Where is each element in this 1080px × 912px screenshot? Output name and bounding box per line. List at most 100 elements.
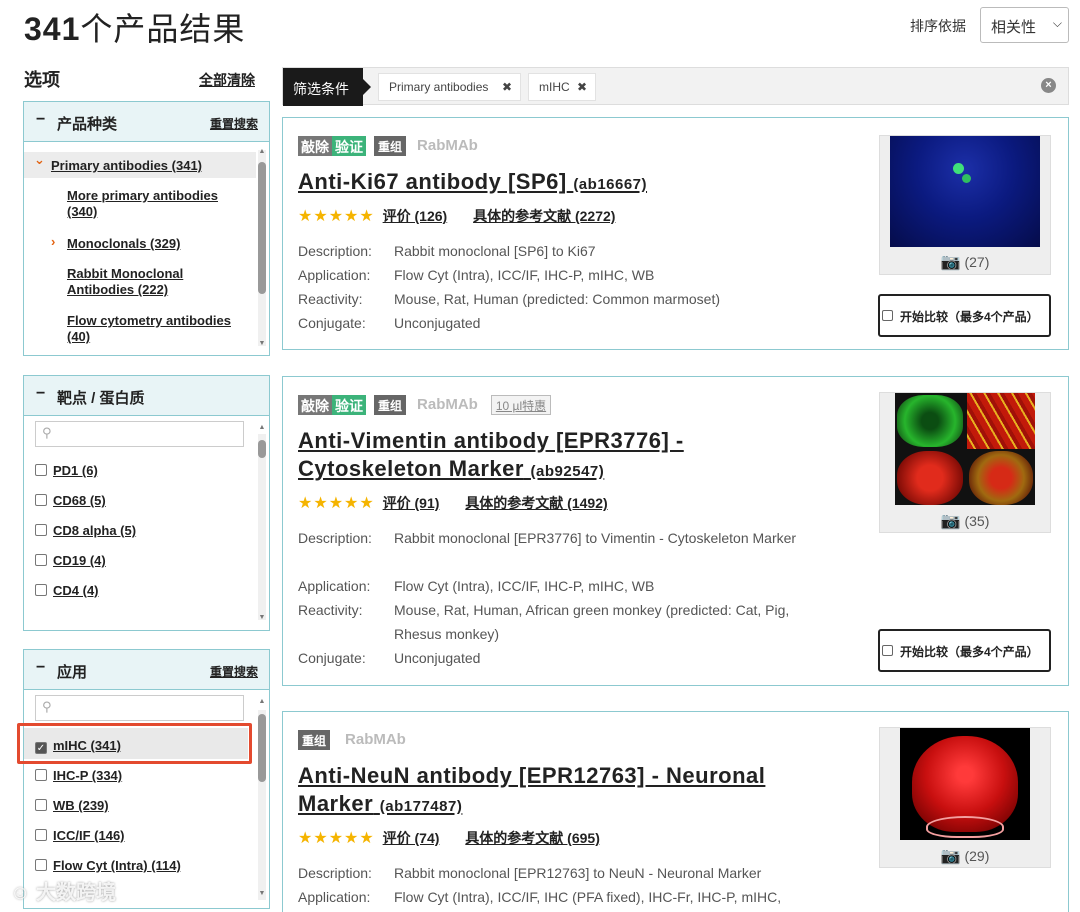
cell-spot xyxy=(962,174,971,183)
scroll-thumb[interactable] xyxy=(258,162,266,294)
reviews-link[interactable]: 评价 (126) xyxy=(383,208,448,224)
scroll-thumb[interactable] xyxy=(258,440,266,458)
prop-row: Description: Rabbit monoclonal [SP6] to K… xyxy=(298,243,596,259)
product-image[interactable] xyxy=(890,136,1040,247)
checkbox[interactable] xyxy=(35,464,47,476)
tissue-panel xyxy=(897,395,963,447)
checkbox-item[interactable]: CD68 (5) xyxy=(35,493,106,508)
facet-header[interactable]: − 产品种类 重置搜索 xyxy=(24,102,269,142)
collapse-icon[interactable]: − xyxy=(36,111,45,129)
checkbox-item[interactable]: CD19 (4) xyxy=(35,553,106,568)
checkbox[interactable] xyxy=(882,310,893,321)
image-count[interactable]: 📷 (27) xyxy=(880,252,1050,272)
options-title: 选项 xyxy=(24,70,60,90)
application-search-input[interactable]: ⚲ xyxy=(35,695,244,721)
target-search-input[interactable]: ⚲ xyxy=(35,421,244,447)
clear-filters-icon[interactable]: × xyxy=(1041,78,1056,93)
sort-select[interactable]: 相关性 ⌵ xyxy=(980,7,1069,43)
product-image-gallery[interactable]: 📷 (35) xyxy=(879,392,1051,533)
checkbox[interactable] xyxy=(35,584,47,596)
scroll-up-icon[interactable]: ▲ xyxy=(258,148,266,155)
facet-body: ⚲ PD1 (6) CD68 (5) CD8 alpha (5) CD19 (4… xyxy=(24,416,269,630)
reviews-link[interactable]: 评价 (91) xyxy=(383,495,440,511)
checkbox-item[interactable]: CD4 (4) xyxy=(35,583,99,598)
references-link[interactable]: 具体的参考文献 (695) xyxy=(465,830,600,846)
validated-badge: 验证 xyxy=(332,395,366,415)
chevron-down-icon[interactable]: ⌄ xyxy=(34,152,45,168)
star-rating: ★★★★★ xyxy=(298,208,375,225)
scrollbar[interactable] xyxy=(258,150,266,346)
scrollbar[interactable] xyxy=(258,710,266,900)
reset-search-link[interactable]: 重置搜索 xyxy=(210,115,258,132)
tree-item-primary-antibodies[interactable]: Primary antibodies (341) xyxy=(51,158,202,174)
search-icon: ⚲ xyxy=(42,425,52,440)
reviews-link[interactable]: 评价 (74) xyxy=(383,830,440,846)
checkbox-item[interactable]: ICC/IF (146) xyxy=(35,828,125,843)
product-image[interactable] xyxy=(895,393,1035,505)
chevron-right-icon[interactable]: › xyxy=(51,234,55,249)
product-title-link[interactable]: Anti-Ki67 antibody [SP6] (ab16667) xyxy=(298,168,647,199)
filter-chip[interactable]: mIHC ✖ xyxy=(528,73,596,101)
checkbox[interactable] xyxy=(35,859,47,871)
product-image-gallery[interactable]: 📷 (29) xyxy=(879,727,1051,868)
checkbox[interactable] xyxy=(35,799,47,811)
checkbox[interactable] xyxy=(35,769,47,781)
tree-item-rabbit-monoclonal[interactable]: Rabbit Monoclonal Antibodies (222) xyxy=(67,266,227,298)
tree-item-more-primary[interactable]: More primary antibodies (340) xyxy=(67,188,242,220)
sort-label: 排序依据 xyxy=(910,18,966,34)
compare-checkbox[interactable]: 开始比较（最多4个产品） xyxy=(878,629,1051,672)
checkbox[interactable] xyxy=(35,494,47,506)
scroll-down-icon[interactable]: ▼ xyxy=(258,890,266,897)
checkbox[interactable] xyxy=(35,554,47,566)
clear-all-link[interactable]: 全部清除 xyxy=(199,70,255,90)
scroll-up-icon[interactable]: ▲ xyxy=(258,424,266,431)
image-count[interactable]: 📷 (29) xyxy=(880,846,1050,866)
checkbox[interactable] xyxy=(35,524,47,536)
checkbox-item[interactable]: CD8 alpha (5) xyxy=(35,523,136,538)
tissue-panel xyxy=(969,451,1033,505)
close-icon[interactable]: ✖ xyxy=(502,80,512,94)
checkbox-item[interactable]: IHC-P (334) xyxy=(35,768,122,783)
scroll-up-icon[interactable]: ▲ xyxy=(258,698,266,705)
knockout-badge: 敲除 xyxy=(298,395,332,415)
facet-header[interactable]: − 应用 重置搜索 xyxy=(24,650,269,690)
prop-row: Reactivity: Mouse, Rat, Human (predicted:… xyxy=(298,291,720,307)
rabmab-logo: RabMAb xyxy=(417,396,478,413)
product-image-gallery[interactable]: 📷 (27) xyxy=(879,135,1051,275)
rabmab-logo: RabMAb xyxy=(345,731,406,748)
checkbox-item[interactable]: PD1 (6) xyxy=(35,463,98,478)
prop-row: Application: Flow Cyt (Intra), ICC/IF, IH… xyxy=(298,889,782,905)
checkbox[interactable] xyxy=(35,829,47,841)
filter-chip[interactable]: Primary antibodies ✖ xyxy=(378,73,521,101)
active-filter-bar: 筛选条件 Primary antibodies ✖ mIHC ✖ × xyxy=(282,67,1069,106)
image-count[interactable]: 📷 (35) xyxy=(880,511,1050,531)
product-image[interactable] xyxy=(900,728,1030,840)
scrollbar[interactable] xyxy=(258,434,266,620)
compare-checkbox[interactable]: 开始比较（最多4个产品） xyxy=(878,294,1051,337)
recombinant-badge: 重组 xyxy=(374,395,407,415)
page-title: 341个产品结果 xyxy=(24,4,245,50)
prop-row: Application: Flow Cyt (Intra), ICC/IF, IH… xyxy=(298,267,655,283)
facet-header[interactable]: − 靶点 / 蛋白质 xyxy=(24,376,269,416)
trial-size-badge[interactable]: 10 µl特惠 xyxy=(490,395,552,415)
tree-item-flow-cytometry[interactable]: Flow cytometry antibodies (40) xyxy=(67,313,257,345)
cell-spot xyxy=(953,163,964,174)
checkbox-item[interactable]: WB (239) xyxy=(35,798,109,813)
product-title-link[interactable]: Anti-NeuN antibody [EPR12763] - Neuronal… xyxy=(298,762,765,821)
collapse-icon[interactable]: − xyxy=(36,659,45,677)
scroll-down-icon[interactable]: ▼ xyxy=(258,614,266,621)
prop-row: Reactivity: Mouse, Rat, Human, African gr… xyxy=(298,602,790,642)
checkbox[interactable] xyxy=(882,645,893,656)
tree-item-monoclonals[interactable]: Monoclonals (329) xyxy=(67,236,180,252)
close-icon[interactable]: ✖ xyxy=(577,80,587,94)
scroll-thumb[interactable] xyxy=(258,714,266,782)
checkbox-item[interactable]: Flow Cyt (Intra) (114) xyxy=(35,858,181,873)
reset-search-link[interactable]: 重置搜索 xyxy=(210,663,258,680)
recombinant-badge: 重组 xyxy=(374,136,407,156)
collapse-icon[interactable]: − xyxy=(36,385,45,403)
references-link[interactable]: 具体的参考文献 (1492) xyxy=(465,495,607,511)
product-title-link[interactable]: Anti-Vimentin antibody [EPR3776] - Cytos… xyxy=(298,427,684,486)
scroll-down-icon[interactable]: ▼ xyxy=(258,340,266,347)
facet-title: 产品种类 xyxy=(57,116,118,133)
references-link[interactable]: 具体的参考文献 (2272) xyxy=(473,208,615,224)
